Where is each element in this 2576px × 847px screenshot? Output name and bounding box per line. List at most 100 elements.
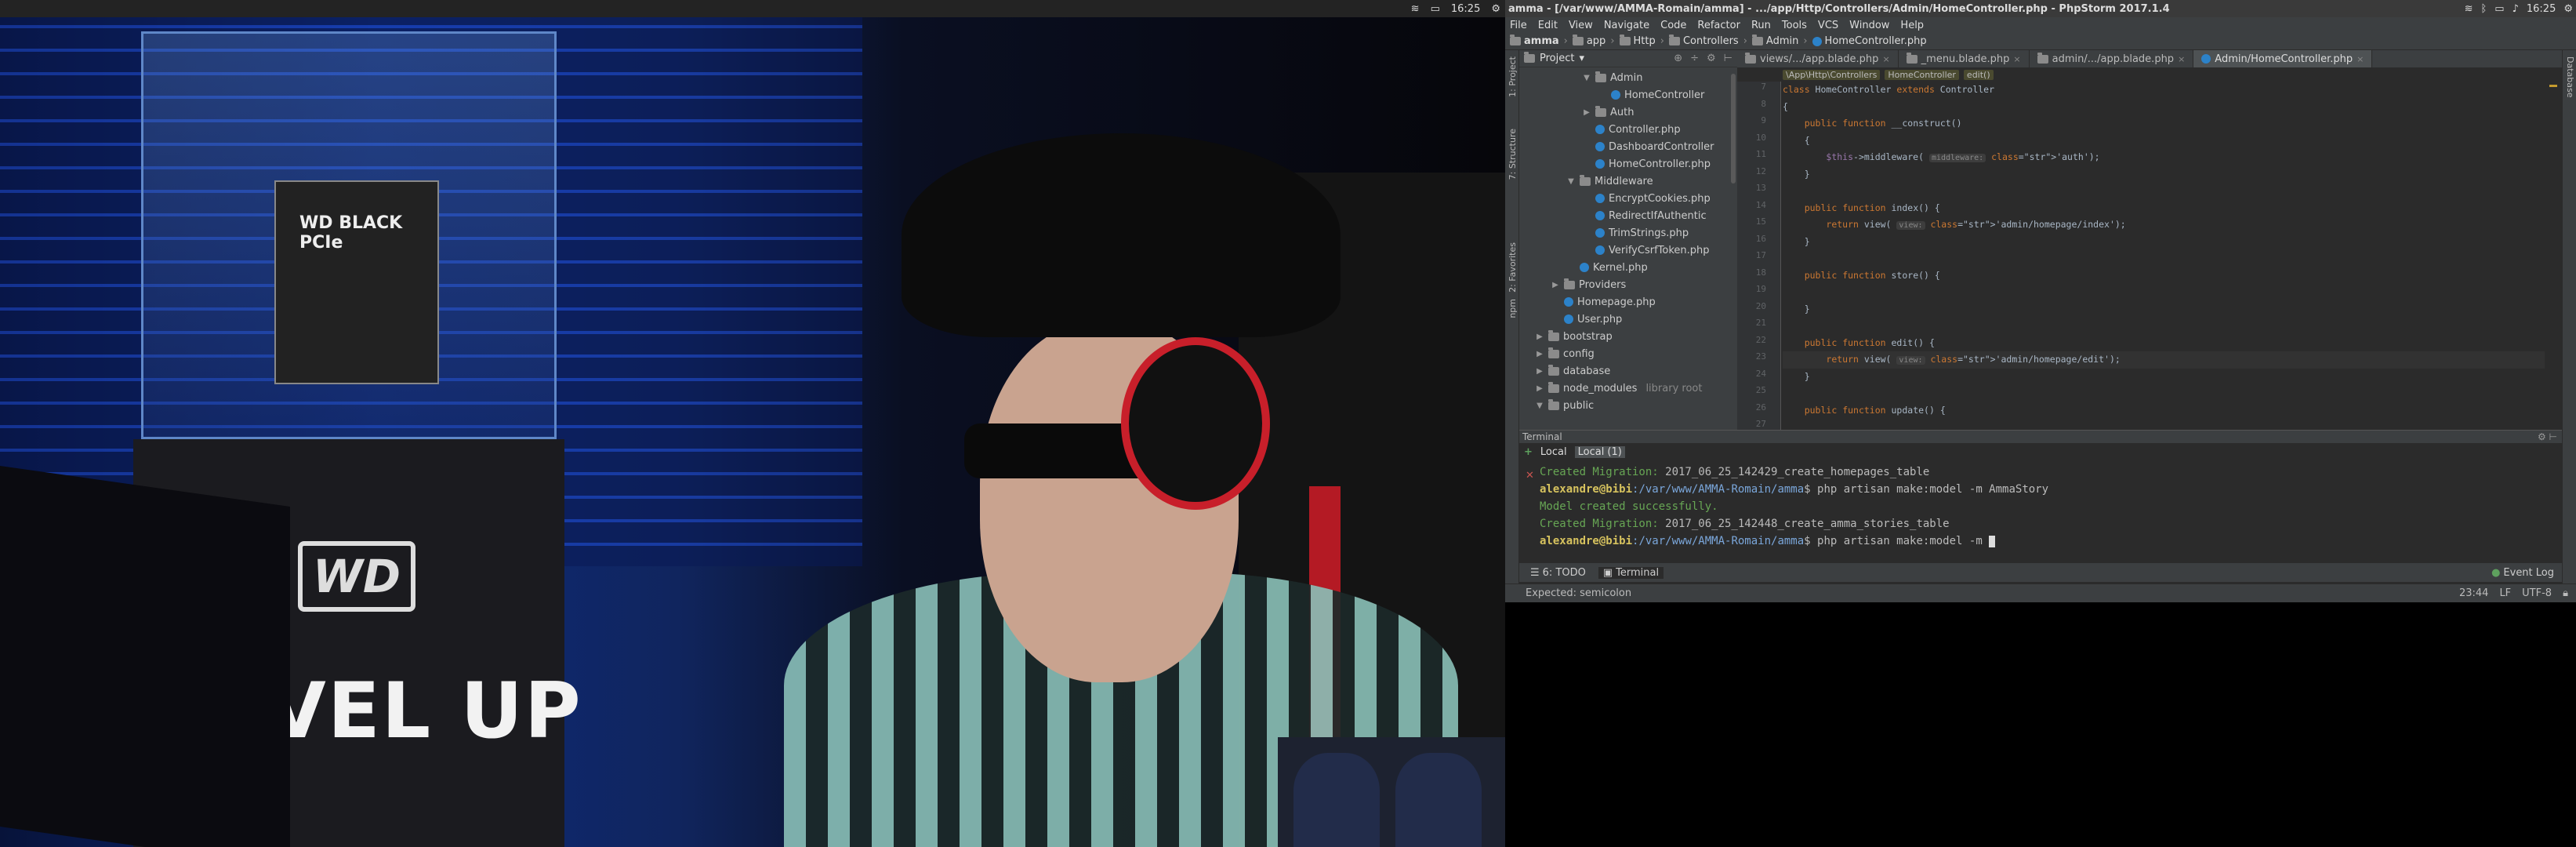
terminal-output[interactable]: Created Migration: 2017_06_25_142429_cre… (1540, 463, 2048, 550)
terminal-toolwindow[interactable]: ▣ Terminal (1598, 566, 1664, 579)
tree-item[interactable]: ▶ database (1519, 362, 1737, 380)
terminal-tab-local-1[interactable]: Local (1) (1574, 445, 1625, 458)
close-icon[interactable]: × (2178, 54, 2185, 64)
code-line[interactable]: $this->middleware( middleware: class="st… (1783, 149, 2545, 166)
close-icon[interactable]: × (1882, 54, 1889, 64)
tree-item[interactable]: ▼ public (1519, 397, 1737, 414)
code-line[interactable]: public function index() { (1783, 200, 2545, 217)
todo-toolwindow[interactable]: ☰ 6: TODO (1526, 567, 1591, 579)
tray-clock[interactable]: 16:25 (2527, 3, 2556, 15)
new-session-icon[interactable]: + (1524, 446, 1533, 458)
tree-item[interactable]: Kernel.php (1519, 259, 1737, 276)
tree-item[interactable]: EncryptCookies.php (1519, 190, 1737, 207)
strip-npm[interactable]: npm (1508, 299, 1518, 318)
tree-item[interactable]: Homepage.php (1519, 293, 1737, 311)
code-line[interactable] (1783, 419, 2545, 430)
editor-scroll-markers[interactable] (2545, 82, 2562, 430)
tree-item[interactable]: User.php (1519, 311, 1737, 328)
bluetooth-icon[interactable]: ᛒ (2480, 3, 2487, 15)
tree-item[interactable]: ▶ config (1519, 345, 1737, 362)
nav-crumb-amma[interactable]: amma (1510, 35, 1559, 47)
file-encoding[interactable]: UTF-8 (2522, 587, 2552, 599)
expand-arrow-icon[interactable]: ▶ (1535, 367, 1544, 376)
menu-tools[interactable]: Tools (1782, 20, 1807, 31)
menu-navigate[interactable]: Navigate (1604, 20, 1649, 31)
tree-item[interactable]: ▶ Providers (1519, 276, 1737, 293)
nav-crumb-file[interactable]: HomeController.php (1812, 35, 1927, 47)
expand-arrow-icon[interactable]: ▼ (1566, 177, 1576, 186)
tree-item[interactable]: Controller.php (1519, 121, 1737, 138)
tab-views-app-blade[interactable]: views/.../app.blade.php × (1737, 50, 1899, 67)
project-scrollbar[interactable] (1731, 74, 1736, 184)
sync-icon[interactable]: ⊕ (1674, 53, 1682, 64)
tree-item[interactable]: ▼ Admin (1519, 69, 1737, 86)
tree-item[interactable]: RedirectIfAuthentic (1519, 207, 1737, 224)
expand-arrow-icon[interactable]: ▼ (1582, 74, 1591, 82)
code-line[interactable] (1783, 385, 2545, 402)
menu-refactor[interactable]: Refactor (1697, 20, 1740, 31)
gear-icon[interactable]: ⚙ (2563, 3, 2573, 15)
expand-arrow-icon[interactable]: ▶ (1535, 333, 1544, 341)
volume-icon[interactable]: ♪ (2513, 3, 2519, 15)
tree-item[interactable]: TrimStrings.php (1519, 224, 1737, 242)
caret-position[interactable]: 23:44 (2459, 587, 2488, 599)
breadcrumb-namespace[interactable]: \App\Http\Controllers (1783, 69, 1881, 80)
code-line[interactable]: return view( view: class="str">'admin/ho… (1783, 351, 2545, 369)
code-line[interactable]: { (1783, 99, 2545, 116)
tree-item[interactable]: ▼ Middleware (1519, 173, 1737, 190)
breadcrumb-method[interactable]: edit() (1963, 69, 1994, 80)
tree-item[interactable]: HomeController (1519, 86, 1737, 104)
battery-icon[interactable]: ▭ (2494, 3, 2504, 15)
collapse-icon[interactable]: ÷ (1690, 53, 1699, 64)
code-line[interactable]: { (1783, 133, 2545, 150)
menu-file[interactable]: File (1510, 20, 1527, 31)
chevron-down-icon[interactable]: ▾ (1579, 53, 1584, 64)
tree-item[interactable]: DashboardController (1519, 138, 1737, 155)
project-label[interactable]: Project (1540, 53, 1574, 64)
expand-arrow-icon[interactable]: ▶ (1535, 384, 1544, 393)
menu-code[interactable]: Code (1660, 20, 1686, 31)
strip-structure[interactable]: 7: Structure (1508, 129, 1518, 180)
close-icon[interactable]: × (2356, 54, 2364, 64)
nav-crumb-admin[interactable]: Admin (1751, 35, 1798, 47)
tab-admin-homecontroller[interactable]: Admin/HomeController.php × (2193, 50, 2373, 67)
code-line[interactable]: } (1783, 234, 2545, 251)
warning-marker[interactable] (2549, 85, 2557, 87)
code-content[interactable]: class HomeController extends Controller{… (1783, 82, 2545, 430)
tree-item[interactable]: VerifyCsrfToken.php (1519, 242, 1737, 259)
strip-favorites[interactable]: 2: Favorites (1508, 242, 1518, 293)
tree-item[interactable]: HomeController.php (1519, 155, 1737, 173)
close-icon[interactable]: × (2013, 54, 2020, 64)
code-line[interactable] (1783, 250, 2545, 267)
code-line[interactable] (1783, 318, 2545, 335)
tree-item[interactable]: ▶ node_modules library root (1519, 380, 1737, 397)
code-line[interactable]: class HomeController extends Controller (1783, 82, 2545, 99)
tree-item[interactable]: ▶ Auth (1519, 104, 1737, 121)
code-line[interactable]: public function __construct() (1783, 115, 2545, 133)
tab-admin-app-blade[interactable]: admin/.../app.blade.php × (2030, 50, 2194, 67)
strip-database[interactable]: Database (2565, 56, 2575, 98)
tree-item[interactable]: ▶ bootstrap (1519, 328, 1737, 345)
nav-crumb-app[interactable]: app (1572, 35, 1605, 47)
nav-crumb-controllers[interactable]: Controllers (1668, 35, 1739, 47)
expand-arrow-icon[interactable]: ▼ (1535, 402, 1544, 410)
settings-icon[interactable]: ⚙ (1707, 53, 1716, 64)
menu-view[interactable]: View (1569, 20, 1593, 31)
expand-arrow-icon[interactable]: ▶ (1582, 108, 1591, 117)
close-session-icon[interactable]: ✕ (1526, 470, 1534, 482)
code-line[interactable] (1783, 183, 2545, 200)
code-line[interactable] (1783, 284, 2545, 301)
lock-icon[interactable]: 🔒︎ (2563, 587, 2568, 599)
hide-icon[interactable]: ⊢ (1724, 53, 1732, 64)
menu-help[interactable]: Help (1900, 20, 1924, 31)
nav-crumb-http[interactable]: Http (1619, 35, 1656, 47)
code-line[interactable]: public function store() { (1783, 267, 2545, 285)
code-line[interactable]: } (1783, 369, 2545, 386)
code-line[interactable]: public function edit() { (1783, 335, 2545, 352)
code-line[interactable]: } (1783, 301, 2545, 318)
breadcrumb-class[interactable]: HomeController (1885, 69, 1959, 80)
event-log-button[interactable]: ● Event Log (2491, 567, 2554, 579)
terminal-settings-icon[interactable]: ⚙ ⊢ (2538, 431, 2557, 442)
code-line[interactable]: return view( view: class="str">'admin/ho… (1783, 216, 2545, 234)
tab-menu-blade[interactable]: _menu.blade.php × (1899, 50, 2030, 67)
